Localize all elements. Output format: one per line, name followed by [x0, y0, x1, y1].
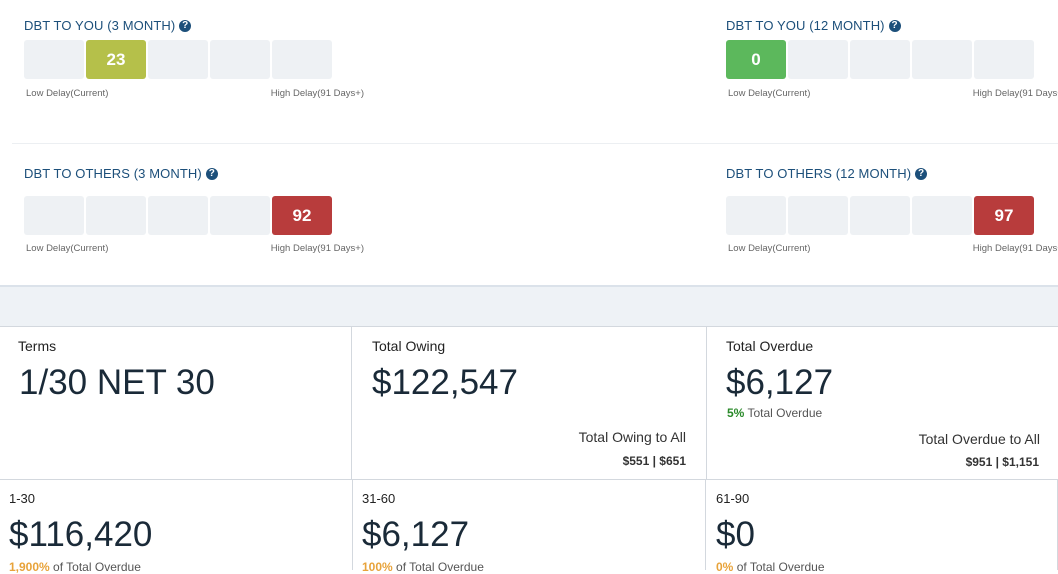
delay-segment: [272, 40, 332, 79]
aging-percent-label: of Total Overdue: [53, 560, 141, 574]
delay-scale: 0: [726, 40, 1034, 79]
dbt-title: DBT TO YOU (12 MONTH): [726, 18, 885, 33]
delay-segment: [850, 40, 910, 79]
dbt-you-3m: DBT TO YOU (3 MONTH) ? 23 Low Delay(Curr…: [24, 18, 364, 118]
delay-score: 97: [974, 196, 1034, 235]
low-delay-label: Low Delay(Current): [728, 88, 811, 99]
overdue-to-all-label: Total Overdue to All: [918, 431, 1040, 447]
high-delay-label: High Delay(91 Days+): [270, 243, 364, 254]
help-icon[interactable]: ?: [179, 19, 192, 32]
delay-scale: 92: [24, 196, 332, 235]
help-icon[interactable]: ?: [888, 19, 901, 32]
total-owing-label: Total Owing: [372, 338, 446, 354]
help-icon[interactable]: ?: [205, 167, 218, 180]
delay-segment: [912, 196, 972, 235]
dbt-you-12m: DBT TO YOU (12 MONTH) ? 0 Low Delay(Curr…: [726, 18, 1058, 118]
grid-line: [351, 326, 352, 479]
section-divider: [12, 143, 1058, 144]
delay-segment: [148, 40, 208, 79]
grid-line: [352, 479, 353, 570]
delay-segment: [24, 196, 84, 235]
high-delay-label: High Delay(91 Days+): [972, 243, 1058, 254]
delay-segment: [788, 196, 848, 235]
terms-label: Terms: [18, 338, 57, 354]
delay-segment: [726, 196, 786, 235]
section-band: [0, 285, 1058, 327]
owing-to-all-label: Total Owing to All: [578, 429, 686, 445]
delay-score: 92: [272, 196, 332, 235]
dbt-title: DBT TO OTHERS (12 MONTH): [726, 166, 912, 181]
total-overdue-label: Total Overdue: [726, 338, 814, 354]
grid-line: [706, 326, 707, 479]
dbt-title: DBT TO OTHERS (3 MONTH): [24, 166, 202, 181]
dbt-others-12m: DBT TO OTHERS (12 MONTH) ? 97 Low Delay(…: [726, 166, 1058, 266]
aging-percent-label: of Total Overdue: [396, 560, 484, 574]
help-icon[interactable]: ?: [915, 167, 928, 180]
low-delay-label: Low Delay(Current): [728, 243, 811, 254]
aging-value: $6,127: [362, 515, 470, 554]
aging-label: 31-60: [362, 491, 396, 506]
high-delay-label: High Delay(91 Days+): [972, 88, 1058, 99]
dbt-others-3m: DBT TO OTHERS (3 MONTH) ? 92 Low Delay(C…: [24, 166, 364, 266]
terms-value: 1/30 NET 30: [19, 363, 215, 402]
delay-segment: [210, 40, 270, 79]
delay-score: 23: [86, 40, 146, 79]
delay-segment: [788, 40, 848, 79]
high-delay-label: High Delay(91 Days+): [270, 88, 364, 99]
overdue-percent: 5%: [727, 406, 745, 420]
aging-label: 1-30: [9, 491, 36, 506]
aging-percent-label: of Total Overdue: [736, 560, 825, 574]
delay-scale: 23: [24, 40, 332, 79]
delay-segment: [148, 196, 208, 235]
delay-segment: [210, 196, 270, 235]
total-owing-value: $122,547: [372, 363, 518, 402]
delay-scale: 97: [726, 196, 1034, 235]
aging-percent: 100%: [362, 560, 393, 574]
delay-segment: [974, 40, 1034, 79]
delay-segment: [24, 40, 84, 79]
delay-segment: [850, 196, 910, 235]
grid-line: [0, 479, 1058, 480]
low-delay-label: Low Delay(Current): [26, 243, 109, 254]
aging-value: $0: [716, 515, 755, 554]
aging-percent: 0%: [716, 560, 734, 574]
delay-segment: [912, 40, 972, 79]
low-delay-label: Low Delay(Current): [26, 88, 109, 99]
delay-segment: [86, 196, 146, 235]
total-overdue-value: $6,127: [726, 363, 834, 402]
dbt-title: DBT TO YOU (3 MONTH): [24, 18, 176, 33]
aging-percent: 1,900%: [9, 560, 50, 574]
aging-value: $116,420: [9, 515, 153, 554]
grid-line: [705, 479, 706, 570]
aging-label: 61-90: [716, 491, 750, 506]
owing-to-all-value: $551 | $651: [622, 454, 686, 468]
delay-score: 0: [726, 40, 786, 79]
overdue-to-all-value: $951 | $1,151: [965, 455, 1039, 469]
overdue-percent-label: Total Overdue: [747, 406, 823, 420]
grid-line: [0, 326, 1058, 327]
